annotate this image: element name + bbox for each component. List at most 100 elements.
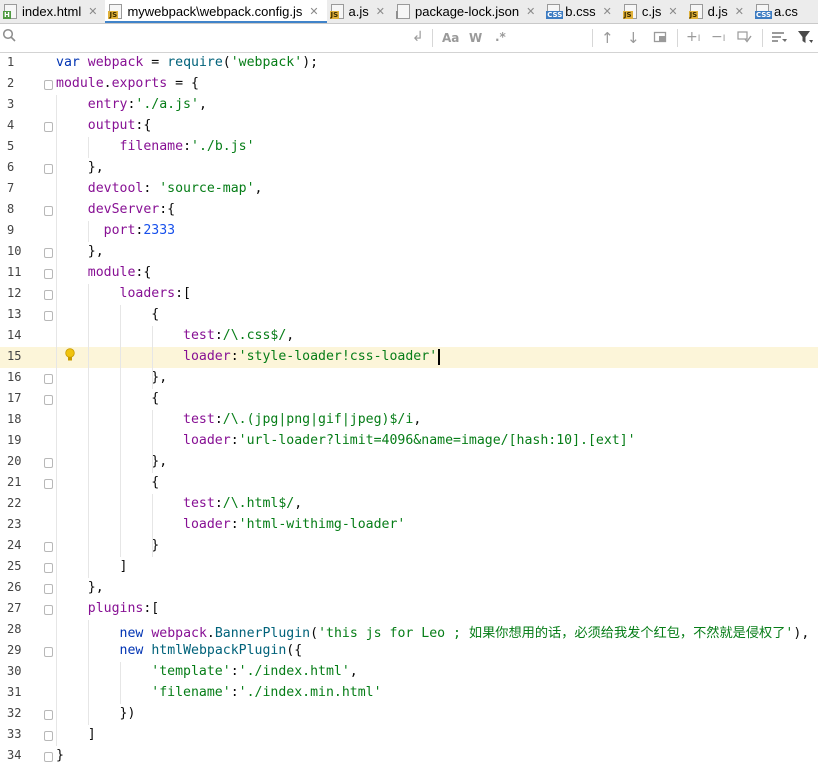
close-tab-icon[interactable]: ✕ <box>735 5 744 18</box>
code-line[interactable]: 14 test:/\.css$/, <box>0 326 818 347</box>
code-line[interactable]: 34} <box>0 746 818 767</box>
search-input[interactable] <box>20 28 410 48</box>
code-line[interactable]: 9 port:2333 <box>0 221 818 242</box>
search-icon[interactable] <box>2 28 16 46</box>
fold-marker-icon[interactable] <box>44 311 53 321</box>
tab-index-html[interactable]: Hindex.html ✕ <box>0 0 105 23</box>
code-line[interactable]: 11 module:{ <box>0 263 818 284</box>
fold-marker-icon[interactable] <box>44 710 53 720</box>
code-line[interactable]: 13 { <box>0 305 818 326</box>
code-line[interactable]: 20 }, <box>0 452 818 473</box>
code-text: loader:'url-loader?limit=4096&name=image… <box>56 433 636 448</box>
code-line[interactable]: 29 new htmlWebpackPlugin({ <box>0 641 818 662</box>
code-line[interactable]: 17 { <box>0 389 818 410</box>
code-line[interactable]: 8 devServer:{ <box>0 200 818 221</box>
fold-marker-icon[interactable] <box>44 563 53 573</box>
fold-marker-icon[interactable] <box>44 479 53 489</box>
next-occurrence-icon[interactable]: ↓ <box>627 29 640 47</box>
line-number: 25 <box>7 559 22 573</box>
intention-bulb-icon[interactable] <box>65 347 75 361</box>
replace-history-icon[interactable]: ↲ <box>412 29 424 45</box>
fold-marker-icon[interactable] <box>44 731 53 741</box>
fold-marker-icon[interactable] <box>44 206 53 216</box>
fold-marker-icon[interactable] <box>44 647 53 657</box>
tab-package-lock-json[interactable]: package-lock.json ✕ <box>393 0 543 23</box>
indent-guide <box>88 221 89 242</box>
code-line[interactable]: 3 entry:'./a.js', <box>0 95 818 116</box>
whole-words-button[interactable]: W <box>469 31 482 45</box>
code-token: test <box>183 412 215 427</box>
code-line[interactable]: 23 loader:'html-withimg-loader' <box>0 515 818 536</box>
code-line[interactable]: 28 new webpack.BannerPlugin('this js for… <box>0 620 818 641</box>
tab-mywebpack-webpack-config-js[interactable]: JS mywebpack\webpack.config.js ✕ <box>105 0 327 23</box>
tab-b-css[interactable]: CSS b.css ✕ <box>543 0 620 23</box>
remove-occurrence-icon[interactable]: −I <box>711 29 725 45</box>
filter-settings-icon[interactable] <box>771 30 787 48</box>
open-in-window-icon[interactable] <box>653 30 667 48</box>
code-line[interactable]: 5 filename:'./b.js' <box>0 137 818 158</box>
code-text: plugins:[ <box>56 601 159 616</box>
close-tab-icon[interactable]: ✕ <box>603 5 612 18</box>
fold-marker-icon[interactable] <box>44 374 53 384</box>
code-line[interactable]: 12 loaders:[ <box>0 284 818 305</box>
fold-marker-icon[interactable] <box>44 542 53 552</box>
code-line[interactable]: 27 plugins:[ <box>0 599 818 620</box>
code-line[interactable]: 25 ] <box>0 557 818 578</box>
code-line[interactable]: 33 ] <box>0 725 818 746</box>
code-line[interactable]: 7 devtool: 'source-map', <box>0 179 818 200</box>
code-token: : <box>214 328 223 343</box>
code-line[interactable]: 1 var webpack = require('webpack'); <box>0 53 818 74</box>
code-line[interactable]: 30 'template':'./index.html', <box>0 662 818 683</box>
code-line[interactable]: 2 module.exports = { <box>0 74 818 95</box>
fold-marker-icon[interactable] <box>44 395 53 405</box>
line-number: 14 <box>7 328 22 342</box>
regex-button[interactable]: .* <box>495 30 506 44</box>
add-occurrence-icon[interactable]: +I <box>686 29 700 45</box>
code-text: output:{ <box>56 118 152 133</box>
previous-occurrence-icon[interactable]: ↑ <box>601 29 614 47</box>
code-line[interactable]: 31 'filename':'./index.min.html' <box>0 683 818 704</box>
close-tab-icon[interactable]: ✕ <box>309 5 318 18</box>
fold-marker-icon[interactable] <box>44 290 53 300</box>
tab-a-js[interactable]: JS a.js ✕ <box>327 0 393 23</box>
fold-marker-icon[interactable] <box>44 752 53 762</box>
fold-marker-icon[interactable] <box>44 248 53 258</box>
tab-a-cs[interactable]: CSS a.cs <box>752 0 806 23</box>
close-tab-icon[interactable]: ✕ <box>526 5 535 18</box>
close-tab-icon[interactable]: ✕ <box>88 5 97 18</box>
code-editor[interactable]: 1 var webpack = require('webpack'); 2 modul… <box>0 53 818 771</box>
line-number: 15 <box>7 349 22 363</box>
code-line[interactable]: 21 { <box>0 473 818 494</box>
code-token: 'template' <box>151 664 231 679</box>
code-line[interactable]: 15 loader:'style-loader!css-loader' <box>0 347 818 368</box>
code-text: test:/\.html$/, <box>56 496 302 511</box>
code-token: output <box>87 118 136 133</box>
tab-c-js[interactable]: JS c.js ✕ <box>620 0 686 23</box>
fold-marker-icon[interactable] <box>44 164 53 174</box>
select-all-occurrences-icon[interactable] <box>737 30 753 48</box>
close-tab-icon[interactable]: ✕ <box>668 5 677 18</box>
code-line[interactable]: 10 }, <box>0 242 818 263</box>
fold-marker-icon[interactable] <box>44 605 53 615</box>
code-line[interactable]: 18 test:/\.(jpg|png|gif|jpeg)$/i, <box>0 410 818 431</box>
code-line[interactable]: 26 }, <box>0 578 818 599</box>
fold-marker-icon[interactable] <box>44 122 53 132</box>
fold-marker-icon[interactable] <box>44 269 53 279</box>
code-line[interactable]: 32 }) <box>0 704 818 725</box>
code-line[interactable]: 24 } <box>0 536 818 557</box>
code-line[interactable]: 16 }, <box>0 368 818 389</box>
fold-marker-icon[interactable] <box>44 584 53 594</box>
code-line[interactable]: 4 output:{ <box>0 116 818 137</box>
code-text: new htmlWebpackPlugin({ <box>56 643 303 658</box>
fold-marker-icon[interactable] <box>44 458 53 468</box>
fold-marker-icon[interactable] <box>44 80 53 90</box>
filter-icon[interactable] <box>797 30 813 49</box>
code-line[interactable]: 22 test:/\.html$/, <box>0 494 818 515</box>
close-tab-icon[interactable]: ✕ <box>376 5 385 18</box>
code-line[interactable]: 6 }, <box>0 158 818 179</box>
match-case-button[interactable]: Aa <box>442 31 459 45</box>
code-line[interactable]: 19 loader:'url-loader?limit=4096&name=im… <box>0 431 818 452</box>
toolbar-separator <box>592 29 593 47</box>
tab-d-js[interactable]: JS d.js ✕ <box>686 0 752 23</box>
